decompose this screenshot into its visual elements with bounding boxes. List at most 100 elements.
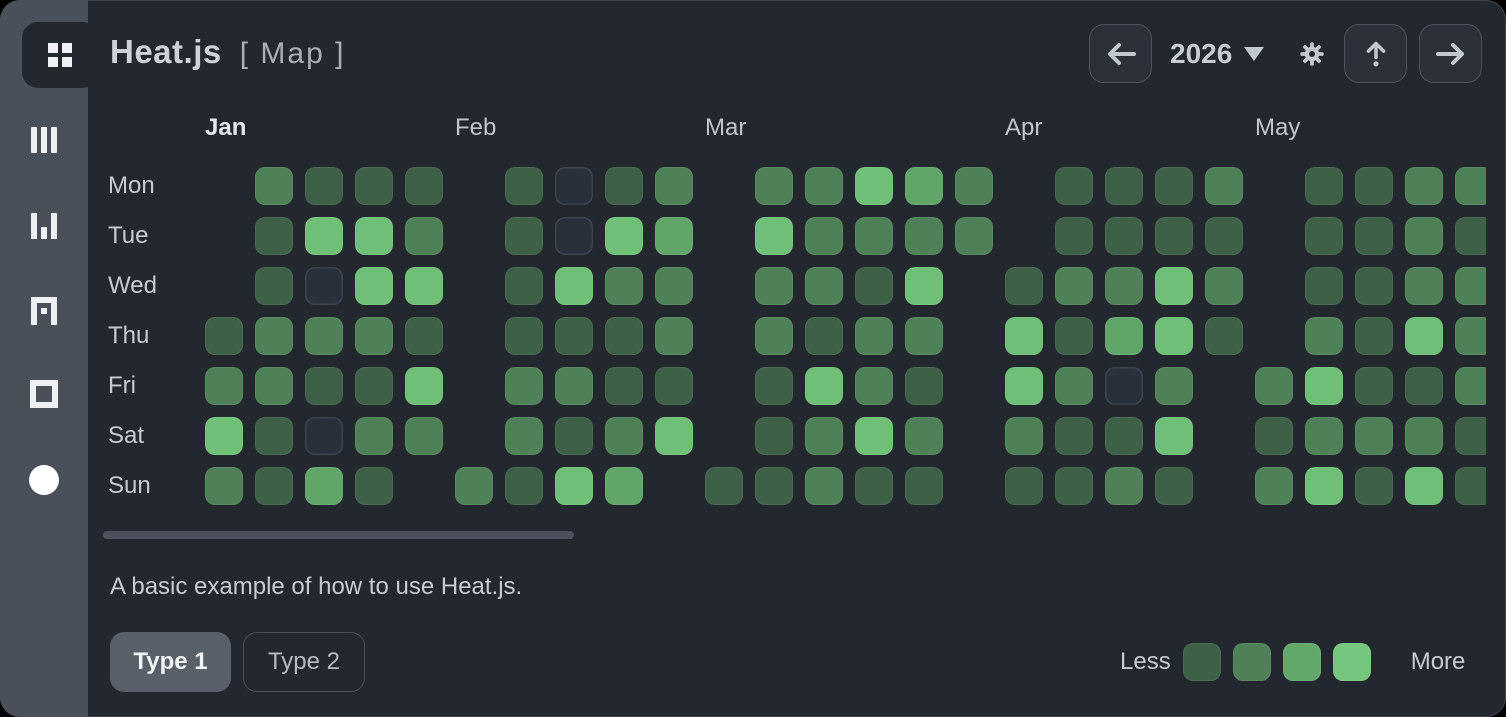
heatmap-cell[interactable] <box>255 317 293 355</box>
sidebar-item-map-active[interactable] <box>22 22 98 88</box>
heatmap-cell[interactable] <box>505 317 543 355</box>
heatmap-cell[interactable] <box>1055 367 1093 405</box>
heatmap-cell[interactable] <box>555 367 593 405</box>
heatmap-cell[interactable] <box>1255 417 1293 455</box>
heatmap-cell[interactable] <box>905 167 943 205</box>
heatmap-cell[interactable] <box>1355 217 1393 255</box>
heatmap-cell[interactable] <box>1055 167 1093 205</box>
heatmap-cell[interactable] <box>255 167 293 205</box>
heatmap-cell[interactable] <box>1105 167 1143 205</box>
heatmap-cell[interactable] <box>1405 367 1443 405</box>
heatmap-cell[interactable] <box>505 467 543 505</box>
heatmap-cell[interactable] <box>755 267 793 305</box>
heatmap-cell[interactable] <box>1305 317 1343 355</box>
heatmap-cell[interactable] <box>1055 417 1093 455</box>
heatmap-cell[interactable] <box>505 417 543 455</box>
heatmap-cell[interactable] <box>1355 467 1393 505</box>
heatmap-cell[interactable] <box>1005 317 1043 355</box>
heatmap-cell[interactable] <box>255 367 293 405</box>
heatmap-cell[interactable] <box>805 467 843 505</box>
heatmap-cell[interactable] <box>655 417 693 455</box>
heatmap-cell[interactable] <box>405 217 443 255</box>
heatmap-cell[interactable] <box>655 367 693 405</box>
heatmap-cell[interactable] <box>1305 167 1343 205</box>
heatmap-cell[interactable] <box>1105 467 1143 505</box>
heatmap-cell[interactable] <box>905 267 943 305</box>
heatmap-cell[interactable] <box>805 217 843 255</box>
heatmap-cell[interactable] <box>1055 217 1093 255</box>
heatmap-cell[interactable] <box>605 467 643 505</box>
heatmap-cell[interactable] <box>1205 317 1243 355</box>
heatmap-cell[interactable] <box>1305 467 1343 505</box>
heatmap-cell[interactable] <box>1405 317 1443 355</box>
heatmap-cell[interactable] <box>805 267 843 305</box>
heatmap-cell[interactable] <box>255 217 293 255</box>
heatmap-cell[interactable] <box>855 167 893 205</box>
heatmap-cell[interactable] <box>1305 417 1343 455</box>
heatmap-cell[interactable] <box>205 467 243 505</box>
heatmap-cell[interactable] <box>1455 367 1486 405</box>
heatmap-cell[interactable] <box>255 467 293 505</box>
heatmap-cell[interactable] <box>1455 317 1486 355</box>
sidebar-item-square[interactable] <box>0 374 88 414</box>
heatmap-cell[interactable] <box>205 317 243 355</box>
heatmap-cell[interactable] <box>1055 317 1093 355</box>
heatmap-cell[interactable] <box>355 317 393 355</box>
heatmap-cell[interactable] <box>355 167 393 205</box>
sidebar-item-circle[interactable] <box>0 460 88 500</box>
heatmap-cell[interactable] <box>1005 267 1043 305</box>
heatmap-cell[interactable] <box>205 367 243 405</box>
heatmap-cell[interactable] <box>1205 267 1243 305</box>
heatmap-cell[interactable] <box>1405 167 1443 205</box>
heatmap-cell[interactable] <box>255 417 293 455</box>
heatmap-cell[interactable] <box>655 167 693 205</box>
heatmap-cell[interactable] <box>1455 267 1486 305</box>
heatmap-cell[interactable] <box>805 167 843 205</box>
heatmap-cell[interactable] <box>655 267 693 305</box>
heatmap-cell[interactable] <box>1155 317 1193 355</box>
heatmap-cell[interactable] <box>555 317 593 355</box>
heatmap-cell[interactable] <box>1255 367 1293 405</box>
heatmap-cell[interactable] <box>1005 367 1043 405</box>
heatmap-cell[interactable] <box>1305 217 1343 255</box>
heatmap-cell[interactable] <box>605 267 643 305</box>
heatmap-cell[interactable] <box>405 167 443 205</box>
heatmap-cell[interactable] <box>1155 267 1193 305</box>
heatmap-cell[interactable] <box>1155 167 1193 205</box>
heatmap-cell[interactable] <box>1155 467 1193 505</box>
heatmap-cell[interactable] <box>755 317 793 355</box>
heatmap-cell[interactable] <box>1055 467 1093 505</box>
heatmap-cell[interactable] <box>1355 317 1393 355</box>
heatmap-cell[interactable] <box>355 467 393 505</box>
heatmap-cell[interactable] <box>505 167 543 205</box>
heatmap-cell[interactable] <box>405 417 443 455</box>
heatmap-cell[interactable] <box>305 317 343 355</box>
heatmap-cell[interactable] <box>855 367 893 405</box>
heatmap-cell[interactable] <box>1455 167 1486 205</box>
heatmap-cell[interactable] <box>1455 467 1486 505</box>
heatmap-cell[interactable] <box>855 317 893 355</box>
heatmap-cell[interactable] <box>405 317 443 355</box>
heatmap-cell[interactable] <box>505 367 543 405</box>
heatmap-cell[interactable] <box>355 217 393 255</box>
heatmap-cell[interactable] <box>1005 467 1043 505</box>
heatmap-cell[interactable] <box>1155 417 1193 455</box>
heatmap-cell[interactable] <box>805 417 843 455</box>
heatmap-cell[interactable] <box>855 467 893 505</box>
heatmap-cell[interactable] <box>1305 267 1343 305</box>
heatmap-cell[interactable] <box>355 367 393 405</box>
heatmap-cell[interactable] <box>1405 417 1443 455</box>
heatmap-cell[interactable] <box>555 467 593 505</box>
heatmap-cell[interactable] <box>655 217 693 255</box>
heatmap-cell[interactable] <box>1355 267 1393 305</box>
heatmap-cell[interactable] <box>205 417 243 455</box>
heatmap-cell[interactable] <box>605 217 643 255</box>
horizontal-scrollbar[interactable] <box>103 531 574 539</box>
heatmap-cell[interactable] <box>505 267 543 305</box>
heatmap-cell[interactable] <box>505 217 543 255</box>
heatmap-cell[interactable] <box>905 417 943 455</box>
heatmap-cell[interactable] <box>905 467 943 505</box>
heatmap-cell[interactable] <box>905 317 943 355</box>
sidebar-item-frame[interactable] <box>0 290 88 330</box>
heatmap-cell[interactable] <box>1105 417 1143 455</box>
